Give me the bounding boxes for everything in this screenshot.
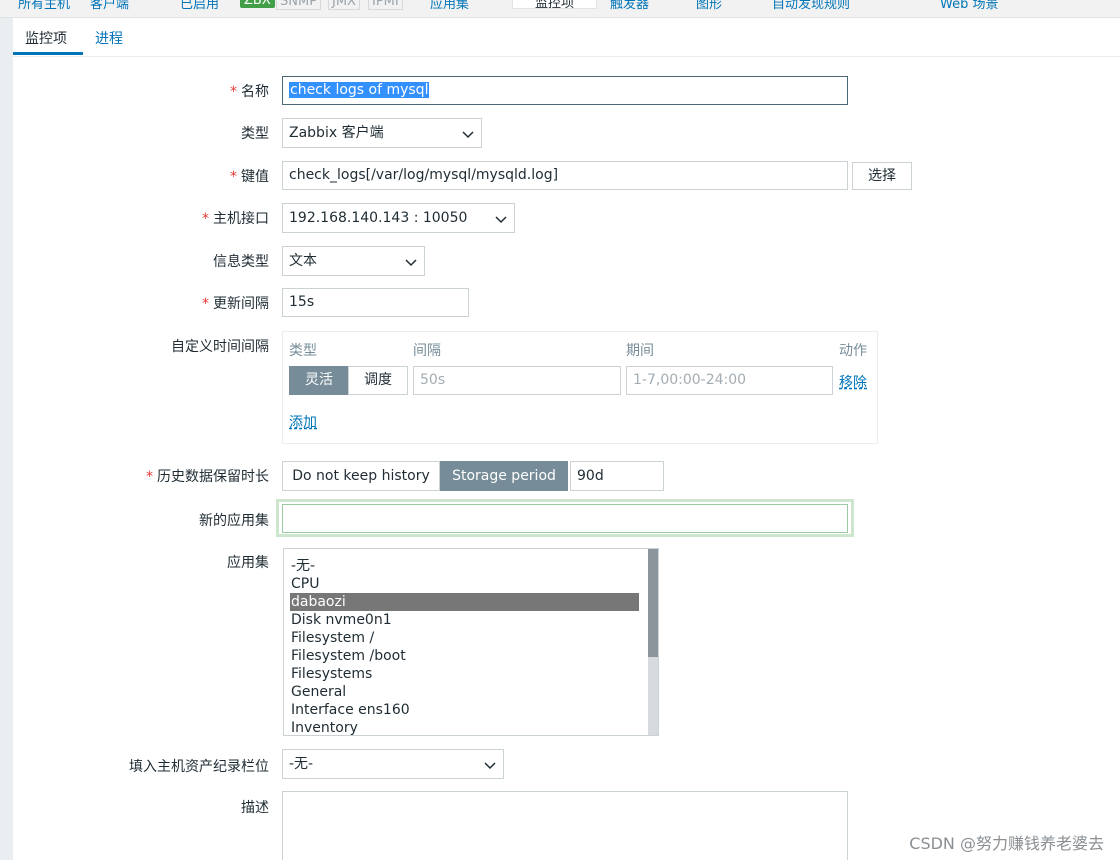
list-item[interactable]: Interface ens160 <box>290 701 639 719</box>
chevron-down-icon <box>484 762 496 770</box>
required-asterisk: * <box>230 169 237 185</box>
chevron-down-icon <box>405 259 417 267</box>
name-input-selected-text: check logs of mysql <box>289 82 430 98</box>
nav-enabled[interactable]: 已启用 <box>180 0 219 12</box>
storage-period-toggle[interactable]: Storage period <box>440 461 568 491</box>
update-interval-input[interactable]: 15s <box>282 288 469 317</box>
history-storage-input[interactable]: 90d <box>570 461 664 491</box>
key-label: * 键值 <box>230 169 269 185</box>
custom-intervals-box: 类型 间隔 期间 动作 灵活 调度 50s 1-7,00:00-24:00 移除… <box>282 331 878 444</box>
required-asterisk: * <box>230 84 237 100</box>
nav-items[interactable]: 监控项 <box>512 0 598 11</box>
type-select[interactable]: Zabbix 客户端 <box>282 118 482 148</box>
info-type-select[interactable]: 文本 <box>282 246 425 276</box>
listbox-scrollbar-thumb[interactable] <box>648 549 658 657</box>
col-header-interval: 间隔 <box>413 343 441 359</box>
key-select-button[interactable]: 选择 <box>852 162 912 190</box>
remove-interval-link[interactable]: 移除 <box>839 372 867 392</box>
col-header-type: 类型 <box>289 343 317 359</box>
interval-input[interactable]: 50s <box>413 366 621 395</box>
inventory-label: 填入主机资产纪录栏位 <box>129 759 269 775</box>
list-item[interactable]: Filesystems <box>290 665 639 683</box>
list-item-selected[interactable]: dabaozi <box>290 593 639 611</box>
inventory-select[interactable]: -无- <box>282 749 504 779</box>
info-type-label: 信息类型 <box>213 254 269 270</box>
history-label: * 历史数据保留时长 <box>146 469 269 485</box>
required-asterisk: * <box>146 469 153 485</box>
update-interval-label: * 更新间隔 <box>202 296 269 312</box>
list-item[interactable]: Filesystem / <box>290 629 639 647</box>
scheduling-toggle[interactable]: 调度 <box>348 366 408 395</box>
period-input[interactable]: 1-7,00:00-24:00 <box>626 366 833 395</box>
name-label: * 名称 <box>230 84 269 100</box>
chevron-down-icon <box>462 131 474 139</box>
new-application-label: 新的应用集 <box>199 513 269 529</box>
required-asterisk: * <box>202 296 209 312</box>
list-item[interactable]: Disk nvme0n1 <box>290 611 639 629</box>
flexible-toggle[interactable]: 灵活 <box>289 366 349 395</box>
description-label: 描述 <box>241 800 269 816</box>
watermark: CSDN @努力赚钱养老婆去 <box>909 834 1104 853</box>
item-form-panel: 监控项 进程 * 名称 check logs of mysql 类型 Zabbix… <box>13 18 1120 860</box>
type-label: 类型 <box>241 126 269 142</box>
list-item[interactable]: -无- <box>290 557 639 575</box>
custom-intervals-label: 自定义时间间隔 <box>171 339 269 355</box>
tab-bar: 监控项 进程 <box>13 18 1120 57</box>
top-navigation: 所有主机 客户端 已启用 ZBX SNMP JMX IPMI 应用集 监控项 触… <box>0 0 1120 18</box>
add-interval-link[interactable]: 添加 <box>289 412 317 432</box>
required-asterisk: * <box>202 211 209 227</box>
nav-host[interactable]: 客户端 <box>90 0 129 12</box>
interface-select[interactable]: 192.168.140.143 : 10050 <box>282 203 515 233</box>
do-not-keep-history-toggle[interactable]: Do not keep history <box>282 461 440 491</box>
nav-zbx-badge: ZBX <box>240 0 275 8</box>
applications-label: 应用集 <box>227 555 269 571</box>
list-item[interactable]: General <box>290 683 639 701</box>
nav-graphs[interactable]: 图形 <box>696 0 722 12</box>
chevron-down-icon <box>495 216 507 224</box>
nav-snmp-badge: SNMP <box>276 0 322 10</box>
nav-jmx-badge: JMX <box>328 0 360 10</box>
list-item[interactable]: CPU <box>290 575 639 593</box>
col-header-period: 期间 <box>626 343 654 359</box>
nav-applications[interactable]: 应用集 <box>430 0 469 12</box>
nav-all-hosts[interactable]: 所有主机 <box>18 0 70 12</box>
nav-triggers[interactable]: 触发器 <box>610 0 649 12</box>
interface-label: * 主机接口 <box>202 211 269 227</box>
list-item[interactable]: Filesystem /boot <box>290 647 639 665</box>
col-header-action: 动作 <box>839 343 867 359</box>
description-textarea[interactable] <box>282 791 848 860</box>
applications-listbox[interactable]: -无- CPU dabaozi Disk nvme0n1 Filesystem … <box>283 548 659 736</box>
list-item[interactable]: Inventory <box>290 719 639 735</box>
name-input[interactable]: check logs of mysql <box>282 76 848 105</box>
key-input[interactable]: check_logs[/var/log/mysql/mysqld.log] <box>282 161 848 190</box>
new-application-input[interactable] <box>282 504 848 533</box>
nav-discovery-rules[interactable]: 自动发现规则 <box>772 0 850 12</box>
tab-item[interactable]: 监控项 <box>25 28 67 48</box>
listbox-scrollbar[interactable] <box>648 549 658 735</box>
tab-preprocessing[interactable]: 进程 <box>95 28 123 48</box>
nav-web-scenarios[interactable]: Web 场景 <box>940 0 998 12</box>
active-tab-indicator <box>13 52 83 55</box>
nav-ipmi-badge: IPMI <box>368 0 403 10</box>
